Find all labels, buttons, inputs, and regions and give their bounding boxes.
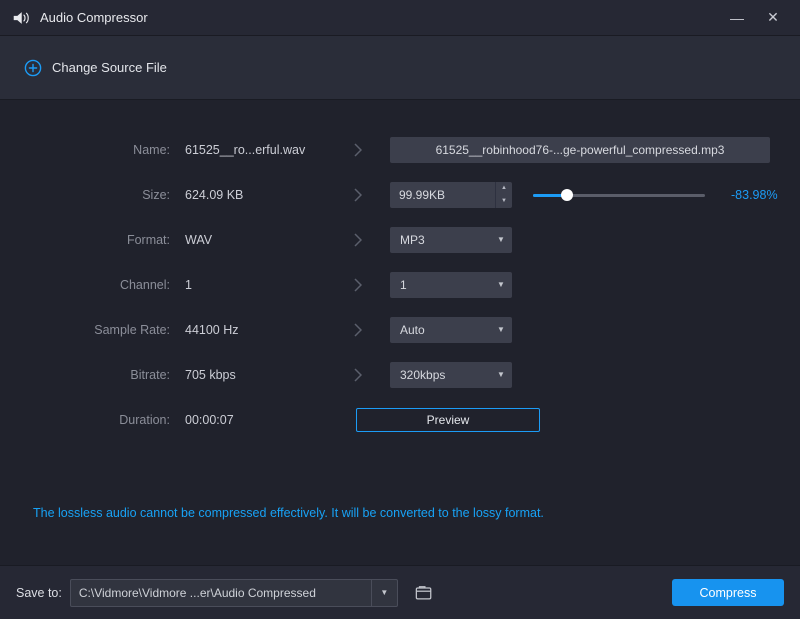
bitrate-label: Bitrate: [0, 368, 170, 382]
row-format: Format: WAV MP3 ▼ [0, 217, 800, 262]
titlebar: Audio Compressor — ✕ [0, 0, 800, 36]
preview-button[interactable]: Preview [356, 408, 540, 432]
format-selected-value: MP3 [390, 233, 490, 247]
lossless-notice-text: The lossless audio cannot be compressed … [33, 506, 800, 520]
chevron-right-icon [340, 323, 376, 337]
chevron-right-icon [340, 143, 376, 157]
plus-circle-icon [24, 59, 42, 77]
compress-button[interactable]: Compress [672, 579, 784, 606]
row-size: Size: 624.09 KB ▲ ▼ -83.98% [0, 172, 800, 217]
output-name-input[interactable] [390, 137, 770, 163]
browse-folder-button[interactable] [413, 584, 435, 602]
source-channel-value: 1 [185, 278, 340, 292]
save-to-label: Save to: [16, 586, 62, 600]
size-decrease-button[interactable]: ▼ [496, 195, 512, 208]
chevron-right-icon [340, 278, 376, 292]
source-name-value: 61525__ro...erful.wav [185, 143, 340, 157]
sample-rate-dropdown[interactable]: Auto ▼ [390, 317, 512, 343]
chevron-down-icon: ▼ [490, 235, 512, 244]
chevron-right-icon [340, 188, 376, 202]
source-sample-rate-value: 44100 Hz [185, 323, 340, 337]
target-size-stepper: ▲ ▼ [390, 182, 512, 208]
name-label: Name: [0, 143, 170, 157]
row-name: Name: 61525__ro...erful.wav [0, 127, 800, 172]
source-bitrate-value: 705 kbps [185, 368, 340, 382]
size-increase-button[interactable]: ▲ [496, 182, 512, 195]
size-slider-thumb[interactable] [561, 189, 573, 201]
row-duration: Duration: 00:00:07 Preview [0, 397, 800, 442]
close-button[interactable]: ✕ [758, 5, 788, 31]
save-path-box: ▼ [70, 579, 398, 607]
chevron-down-icon: ▼ [490, 370, 512, 379]
format-label: Format: [0, 233, 170, 247]
change-source-file-button[interactable]: Change Source File [24, 59, 167, 77]
sample-rate-selected-value: Auto [390, 323, 490, 337]
chevron-right-icon [340, 368, 376, 382]
channel-label: Channel: [0, 278, 170, 292]
row-channel: Channel: 1 1 ▼ [0, 262, 800, 307]
duration-label: Duration: [0, 413, 170, 427]
size-slider[interactable] [533, 188, 705, 202]
minimize-button[interactable]: — [722, 5, 752, 31]
channel-selected-value: 1 [390, 278, 490, 292]
source-file-bar: Change Source File [0, 36, 800, 100]
source-format-value: WAV [185, 233, 340, 247]
bitrate-dropdown[interactable]: 320kbps ▼ [390, 362, 512, 388]
speaker-icon [12, 9, 32, 27]
folder-icon [413, 584, 435, 602]
source-duration-value: 00:00:07 [185, 413, 340, 427]
window-title: Audio Compressor [40, 10, 148, 25]
size-label: Size: [0, 188, 170, 202]
chevron-right-icon [340, 233, 376, 247]
row-sample-rate: Sample Rate: 44100 Hz Auto ▼ [0, 307, 800, 352]
size-reduction-badge: -83.98% [731, 188, 778, 202]
save-path-input[interactable] [71, 580, 371, 606]
channel-dropdown[interactable]: 1 ▼ [390, 272, 512, 298]
sample-rate-label: Sample Rate: [0, 323, 170, 337]
row-bitrate: Bitrate: 705 kbps 320kbps ▼ [0, 352, 800, 397]
chevron-down-icon: ▼ [490, 325, 512, 334]
chevron-down-icon: ▼ [490, 280, 512, 289]
change-source-file-label: Change Source File [52, 60, 167, 75]
target-size-input[interactable] [390, 182, 495, 208]
format-dropdown[interactable]: MP3 ▼ [390, 227, 512, 253]
source-size-value: 624.09 KB [185, 188, 340, 202]
bitrate-selected-value: 320kbps [390, 368, 490, 382]
audio-compressor-window: Audio Compressor — ✕ Change Source File … [0, 0, 800, 619]
main-content: Name: 61525__ro...erful.wav Size: 624.09… [0, 100, 800, 520]
footer-bar: Save to: ▼ Compress [0, 565, 800, 619]
path-dropdown-button[interactable]: ▼ [371, 580, 397, 606]
